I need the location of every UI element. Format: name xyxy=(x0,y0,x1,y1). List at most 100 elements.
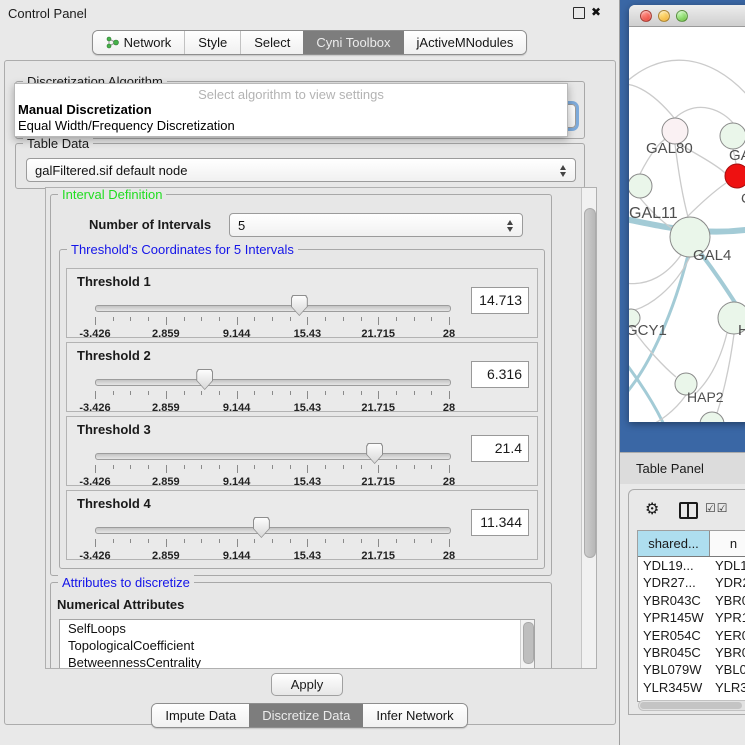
slider-track[interactable] xyxy=(95,305,451,312)
column-header-name[interactable]: n xyxy=(710,531,745,556)
dropdown-option-manual-discretization[interactable]: Manual Discretization xyxy=(18,102,152,117)
slider-track[interactable] xyxy=(95,379,451,386)
table-row[interactable]: YDL19...YDL1 xyxy=(638,557,745,574)
select-columns-checkboxes-icon[interactable]: ☑☑ xyxy=(705,501,729,515)
threshold-label: Threshold 2 xyxy=(77,348,151,363)
tab-cyni-toolbox[interactable]: Cyni Toolbox xyxy=(303,31,403,54)
tick-mark xyxy=(184,391,185,395)
list-item[interactable]: TopologicalCoefficient xyxy=(60,637,534,654)
tick-label: 9.144 xyxy=(223,476,251,488)
tick-mark xyxy=(361,465,362,469)
threshold-slider[interactable]: -3.4262.8599.14415.4321.71528 xyxy=(67,443,467,485)
slider-track[interactable] xyxy=(95,453,451,460)
threshold-value-field[interactable]: 14.713 xyxy=(471,287,529,314)
tab-discretize-data[interactable]: Discretize Data xyxy=(249,704,363,727)
node-table: shared... n YDL19...YDL1YDR27...YDR2YBR0… xyxy=(637,530,745,702)
table-cell-shared-name: YLR345W xyxy=(638,679,710,696)
tick-mark xyxy=(219,391,220,395)
float-window-icon[interactable] xyxy=(573,7,585,19)
list-item[interactable]: BetweennessCentrality xyxy=(60,654,534,669)
zoom-traffic-light-icon[interactable] xyxy=(676,10,688,22)
settings-scroll-area: Interval Definition Number of Intervals … xyxy=(45,187,597,669)
threshold-value-field[interactable]: 6.316 xyxy=(471,361,529,388)
tick-mark xyxy=(396,391,397,395)
tick-mark xyxy=(166,391,167,399)
list-item[interactable]: SelfLoops xyxy=(60,620,534,637)
table-row[interactable]: YPR145WYPR1 xyxy=(638,609,745,626)
table-data-select[interactable]: galFiltered.sif default node xyxy=(26,158,576,182)
tick-mark xyxy=(378,539,379,547)
column-header-shared-name[interactable]: shared... xyxy=(638,531,710,556)
network-node[interactable] xyxy=(725,164,745,188)
scrollbar-thumb[interactable] xyxy=(640,702,742,709)
minimize-traffic-light-icon[interactable] xyxy=(658,10,670,22)
threshold-slider[interactable]: -3.4262.8599.14415.4321.71528 xyxy=(67,517,467,559)
slider-thumb[interactable] xyxy=(366,443,383,464)
threshold-slider[interactable]: -3.4262.8599.14415.4321.71528 xyxy=(67,295,467,337)
tick-mark xyxy=(237,539,238,547)
table-cell-name: YLR3 xyxy=(710,679,745,696)
table-row[interactable]: YBR043CYBR0 xyxy=(638,592,745,609)
tick-label: -3.426 xyxy=(79,476,110,488)
tab-select[interactable]: Select xyxy=(240,31,303,54)
group-title: Table Data xyxy=(23,136,93,151)
tick-mark xyxy=(290,317,291,321)
scrollbar-thumb[interactable] xyxy=(523,622,534,664)
tick-mark xyxy=(254,391,255,395)
scrollbar-thumb[interactable] xyxy=(584,208,596,558)
threshold-2-panel: Threshold 2 -3.4262.8599.14415.4321.71528… xyxy=(66,342,538,412)
network-canvas[interactable]: GAL80GALCGAL11GAL4GCY1HHAP2 xyxy=(629,27,745,422)
threshold-slider[interactable]: -3.4262.8599.14415.4321.71528 xyxy=(67,369,467,411)
table-cell-shared-name: YBR045C xyxy=(638,644,710,661)
node-label: C xyxy=(741,190,745,206)
tick-label: 2.859 xyxy=(152,328,180,340)
gear-icon[interactable]: ⚙ xyxy=(645,499,659,519)
list-scrollbar[interactable] xyxy=(520,620,534,669)
tab-network[interactable]: Network xyxy=(93,31,185,54)
columns-icon[interactable] xyxy=(679,502,698,519)
tick-mark xyxy=(307,539,308,547)
numerical-attributes-list[interactable]: SelfLoopsTopologicalCoefficientBetweenne… xyxy=(59,619,535,669)
table-row[interactable]: YBL079WYBL0 xyxy=(638,661,745,678)
slider-thumb[interactable] xyxy=(196,369,213,390)
vertical-scrollbar[interactable] xyxy=(581,188,596,668)
threshold-label: Threshold 4 xyxy=(77,496,151,511)
tick-mark xyxy=(290,539,291,543)
slider-track[interactable] xyxy=(95,527,451,534)
network-node[interactable] xyxy=(720,123,745,149)
tab-impute-data[interactable]: Impute Data xyxy=(152,704,249,727)
tick-mark xyxy=(166,317,167,325)
threshold-value-field[interactable]: 21.4 xyxy=(471,435,529,462)
dropdown-option-equal-width-frequency[interactable]: Equal Width/Frequency Discretization xyxy=(18,118,235,133)
tick-mark xyxy=(343,539,344,543)
tab-jactivemnodules[interactable]: jActiveMNodules xyxy=(404,31,527,54)
tab-infer-network[interactable]: Infer Network xyxy=(363,704,466,727)
table-header-row: shared... n xyxy=(638,531,745,557)
slider-thumb[interactable] xyxy=(291,295,308,316)
close-icon[interactable]: ✖ xyxy=(591,5,601,19)
control-panel-titlebar: Control Panel ✖ xyxy=(0,0,619,26)
slider-thumb[interactable] xyxy=(253,517,270,538)
table-panel-title: Table Panel xyxy=(636,461,704,476)
close-traffic-light-icon[interactable] xyxy=(640,10,652,22)
tick-mark xyxy=(378,391,379,399)
network-node[interactable] xyxy=(629,174,652,198)
horizontal-scrollbar[interactable] xyxy=(638,700,745,711)
threshold-3-panel: Threshold 3-3.4262.8599.14415.4321.71528… xyxy=(66,416,538,486)
apply-button[interactable]: Apply xyxy=(271,673,343,696)
node-label: GAL11 xyxy=(629,205,678,222)
table-row[interactable]: YLR345WYLR3 xyxy=(638,679,745,696)
table-row[interactable]: YER054CYER0 xyxy=(638,627,745,644)
table-row[interactable]: YBR045CYBR0 xyxy=(638,644,745,661)
table-cell-name: YBR0 xyxy=(710,644,745,661)
threshold-value-field[interactable]: 11.344 xyxy=(471,509,529,536)
table-cell-name: YER0 xyxy=(710,627,745,644)
network-node[interactable] xyxy=(700,412,724,422)
tab-style[interactable]: Style xyxy=(184,31,240,54)
bottom-tab-bar: Impute DataDiscretize DataInfer Network xyxy=(0,703,619,728)
table-row[interactable]: YDR27...YDR2 xyxy=(638,574,745,591)
number-of-intervals-select[interactable]: 5 xyxy=(229,213,523,237)
group-title: Threshold's Coordinates for 5 Intervals xyxy=(67,242,298,257)
network-edge xyxy=(695,333,727,394)
tick-mark xyxy=(290,391,291,395)
